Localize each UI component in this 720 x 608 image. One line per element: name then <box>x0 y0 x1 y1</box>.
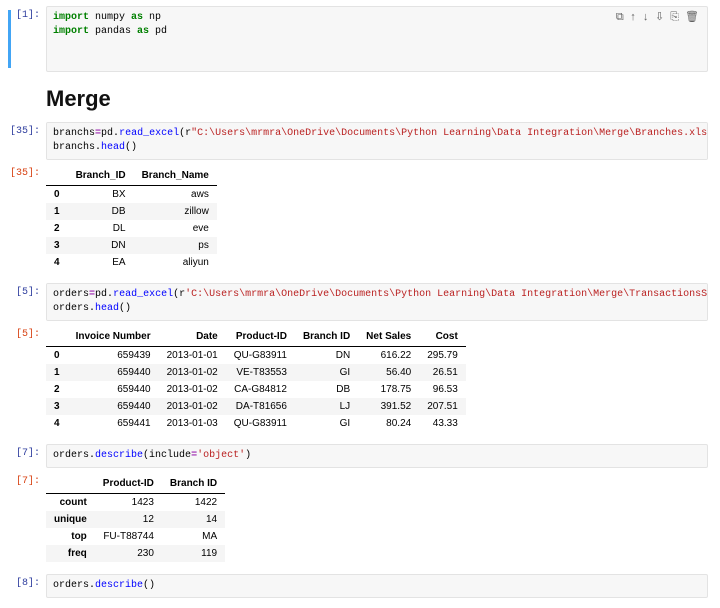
column-header: Branch ID <box>295 327 358 347</box>
code-cell-1: [1]: import numpy as np import pandas as… <box>6 6 708 72</box>
column-header: Product-ID <box>226 327 295 347</box>
output-prompt: [35]: <box>6 164 46 179</box>
dataframe-output: Product-IDBranch IDcount14231422unique12… <box>46 474 225 562</box>
table-row: 26594402013-01-02CA-G84812DB178.7596.53 <box>46 381 466 398</box>
table-row: 06594392013-01-01QU-G83911DN616.22295.79 <box>46 347 466 365</box>
input-prompt: [5]: <box>6 283 46 298</box>
table-row: 36594402013-01-02DA-T81656LJ391.52207.51 <box>46 398 466 415</box>
input-prompt: [7]: <box>6 444 46 459</box>
delete-icon[interactable]: 🗑 <box>685 11 699 26</box>
open-icon[interactable]: ⎘ <box>670 11 679 26</box>
output-cell-4: [7]: Product-IDBranch IDcount14231422uni… <box>6 472 708 570</box>
column-header: Product-ID <box>95 474 162 494</box>
column-header: Date <box>159 327 226 347</box>
table-row: 3DNps <box>46 237 217 254</box>
column-header: Branch_ID <box>68 166 134 186</box>
input-prompt: [1]: <box>6 6 46 21</box>
table-row: count14231422 <box>46 494 225 512</box>
code-editor[interactable]: import numpy as np import pandas as pd ⧉… <box>46 6 708 72</box>
move-down-icon[interactable]: ↓ <box>642 11 649 26</box>
table-row: 16594402013-01-02VE-T83553GI56.4026.51 <box>46 364 466 381</box>
selection-indicator <box>8 10 11 68</box>
table-row: 4EAaliyun <box>46 254 217 271</box>
table-row: 1DBzillow <box>46 203 217 220</box>
code-cell-4: [7]: orders.describe(include='object') <box>6 444 708 468</box>
column-header: Branch_Name <box>134 166 217 186</box>
table-row: unique1214 <box>46 511 225 528</box>
table-row: topFU-T88744MA <box>46 528 225 545</box>
markdown-heading: Merge <box>46 86 708 112</box>
table-row: freq230119 <box>46 545 225 562</box>
input-prompt: [35]: <box>6 122 46 137</box>
column-header: Branch ID <box>162 474 225 494</box>
column-header: Cost <box>419 327 466 347</box>
output-prompt: [5]: <box>6 325 46 340</box>
code-editor[interactable]: orders.describe(include='object') <box>46 444 708 468</box>
table-row: 46594412013-01-03QU-G83911GI80.2443.33 <box>46 415 466 432</box>
code-editor[interactable]: orders=pd.read_excel(r'C:\Users\mrmra\On… <box>46 283 708 321</box>
dataframe-output: Branch_IDBranch_Name0BXaws1DBzillow2DLev… <box>46 166 217 271</box>
download-icon[interactable]: ⇩ <box>655 11 664 26</box>
dataframe-output: Invoice NumberDateProduct-IDBranch IDNet… <box>46 327 466 432</box>
copy-icon[interactable]: ⧉ <box>616 11 624 26</box>
table-row: 0BXaws <box>46 186 217 204</box>
code-editor[interactable]: branchs=pd.read_excel(r"C:\Users\mrmra\O… <box>46 122 708 160</box>
move-up-icon[interactable]: ↑ <box>630 11 637 26</box>
code-cell-2: [35]: branchs=pd.read_excel(r"C:\Users\m… <box>6 122 708 160</box>
code-cell-5: [8]: orders.describe() <box>6 574 708 598</box>
code-cell-3: [5]: orders=pd.read_excel(r'C:\Users\mrm… <box>6 283 708 321</box>
column-header: Net Sales <box>358 327 419 347</box>
table-row: 2DLeve <box>46 220 217 237</box>
output-cell-3: [5]: Invoice NumberDateProduct-IDBranch … <box>6 325 708 440</box>
input-prompt: [8]: <box>6 574 46 589</box>
output-cell-2: [35]: Branch_IDBranch_Name0BXaws1DBzillo… <box>6 164 708 279</box>
cell-toolbar: ⧉ ↑ ↓ ⇩ ⎘ 🗑 <box>616 11 699 26</box>
column-header: Invoice Number <box>68 327 159 347</box>
output-prompt: [7]: <box>6 472 46 487</box>
code-editor[interactable]: orders.describe() <box>46 574 708 598</box>
